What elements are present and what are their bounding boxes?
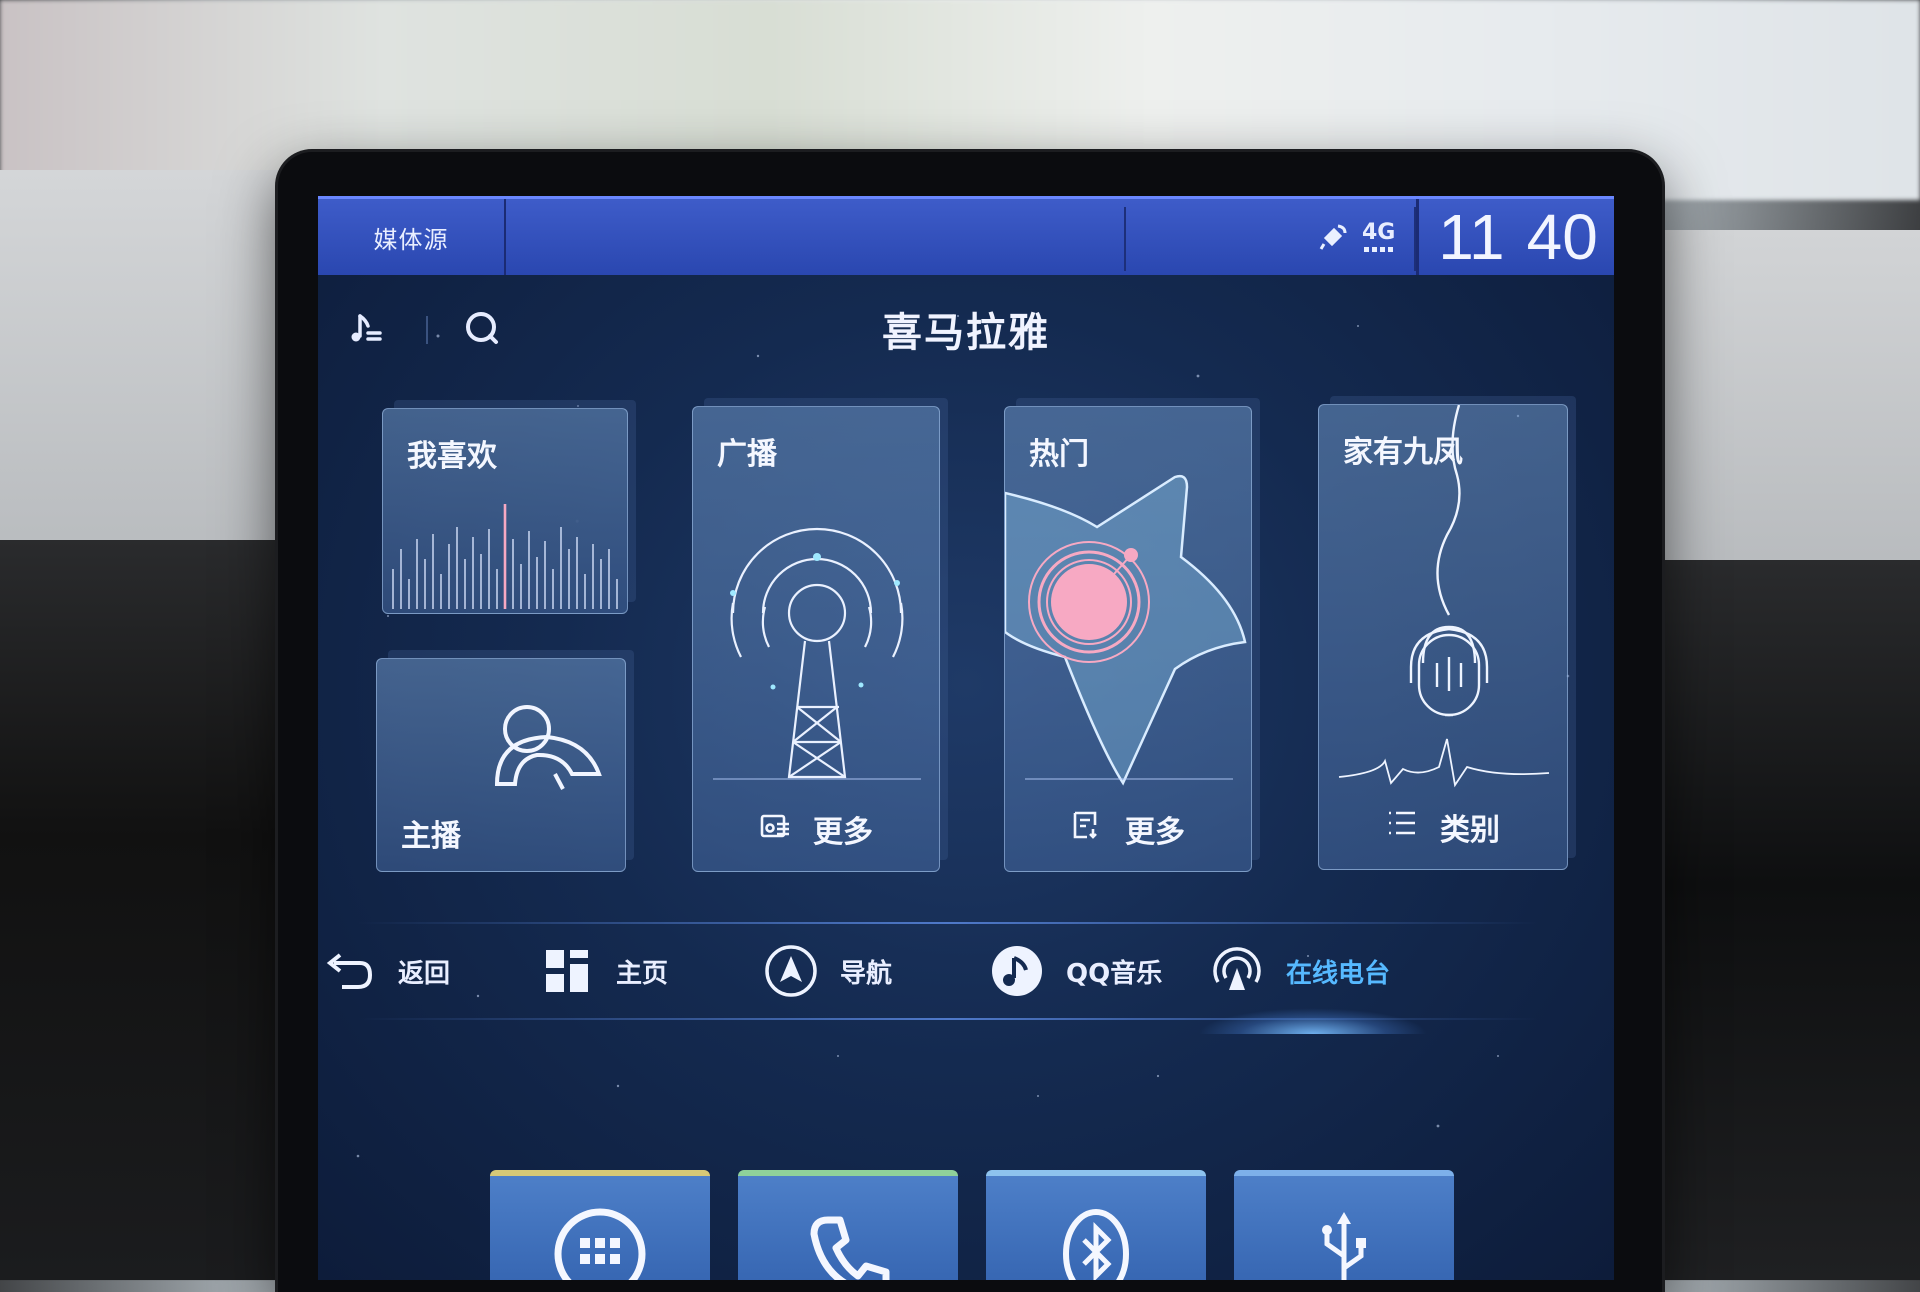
nav-navigation[interactable]: 导航 [764,944,893,998]
page-title: 喜马拉雅 [882,310,1050,356]
media-source-label: 媒体源 [373,225,449,254]
nav-home[interactable]: 主页 [540,946,668,996]
navbar-divider-top [358,922,1538,924]
card-jiayoujiufeng[interactable]: 家有九凤 类别 [1318,404,1568,870]
radio-tower-icon [713,527,921,780]
broadcast-more-button[interactable]: 更多 [693,807,939,851]
nav-navigation-label: 导航 [840,958,893,989]
app-header: 喜马拉雅 [318,286,1614,366]
card-anchor-label: 主播 [401,819,461,854]
equalizer-icon [392,504,618,609]
clock-minute: 40 [1526,201,1598,273]
home-grid-icon [540,944,594,998]
microphone-icon [1338,405,1550,788]
nav-home-label: 主页 [616,958,669,989]
navigation-icon [764,944,818,998]
category-list-icon [1386,808,1418,846]
active-tab-glow [1198,1008,1428,1034]
background-console-right [1650,560,1920,1280]
card-hot[interactable]: 热门 更多 [1004,406,1252,872]
background-dashboard-left [0,170,290,550]
radio-list-icon [759,810,791,848]
hot-list-icon [1071,809,1103,849]
dock-usb-tile[interactable] [1234,1170,1454,1280]
star-vinyl-icon [1005,474,1247,786]
hot-more-label: 更多 [1125,815,1185,850]
signal-area: 4G [1318,213,1395,261]
back-icon [322,944,376,998]
broadcast-more-label: 更多 [813,815,873,850]
background-dashboard-right [1650,230,1920,570]
satellite-icon [1318,218,1352,256]
dock-apps-tile[interactable] [490,1170,710,1280]
category-button[interactable]: 类别 [1319,805,1567,849]
dock-phone-tile[interactable] [738,1170,958,1280]
card-favorites[interactable]: 我喜欢 [382,408,628,614]
background-console-left [0,540,290,1280]
status-segment [504,207,1126,271]
usb-icon [1309,1206,1379,1280]
nav-back-label: 返回 [398,958,451,989]
apps-grid-icon [552,1206,648,1280]
nav-qq-music[interactable]: QQ音乐 [990,946,1162,996]
hot-more-button[interactable]: 更多 [1005,807,1251,851]
clock-hour: 11 [1438,201,1505,273]
qq-music-icon [990,944,1044,998]
nav-qq-music-label: QQ音乐 [1066,958,1163,989]
status-bar: 媒体源 4G 11 40 [318,196,1614,275]
bottom-navbar: 返回 主页 导航 QQ音乐 在线电台 [318,916,1614,1034]
card-anchor[interactable]: 主播 [376,658,626,872]
infotainment-screen: 媒体源 4G 11 40 喜马拉雅 我喜欢 主播 广播 更多 热门 更多 家有九… [318,196,1614,1280]
card-broadcast[interactable]: 广播 更多 [692,406,940,872]
media-source-button[interactable]: 媒体源 [318,199,506,275]
nav-online-radio[interactable]: 在线电台 [1210,946,1390,996]
network-type-label: 4G [1362,220,1396,245]
phone-icon [800,1206,896,1280]
bluetooth-icon [1048,1206,1144,1280]
nav-back[interactable]: 返回 [322,946,450,996]
category-label: 类别 [1440,813,1500,848]
clock: 11 40 [1416,199,1614,275]
online-radio-icon [1210,944,1264,998]
dock-bluetooth-tile[interactable] [986,1170,1206,1280]
nav-online-radio-label: 在线电台 [1286,958,1391,989]
signal-strength-icon [1364,247,1394,252]
